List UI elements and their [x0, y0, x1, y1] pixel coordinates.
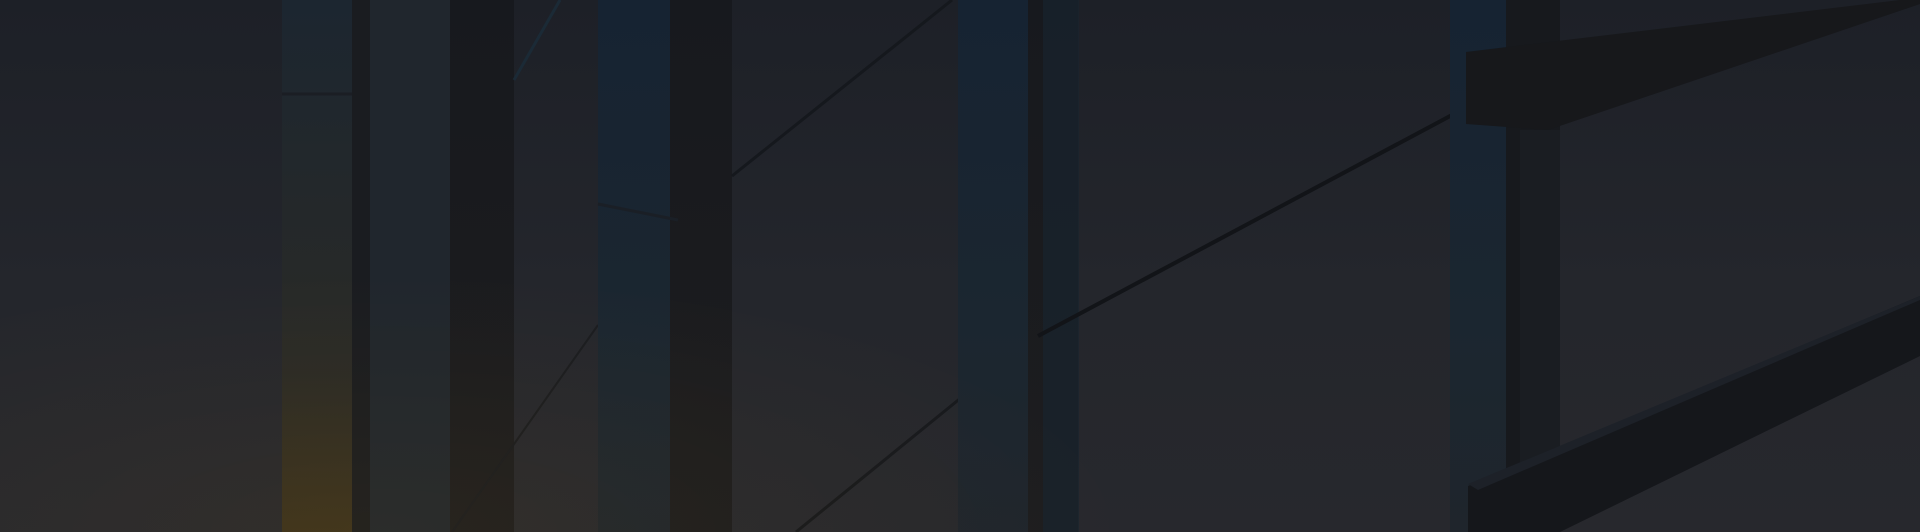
facade-brace-4: [795, 395, 963, 532]
facade-column-2: [370, 0, 450, 532]
facade-column-4-glow: [1043, 0, 1079, 532]
facade-brace-1: [512, 0, 562, 81]
facade-column-4: [958, 0, 1028, 532]
facade-column-5-mid: [1520, 130, 1560, 470]
facade-column-3: [598, 0, 670, 532]
facade-brace-3: [731, 0, 953, 178]
hero-background: [0, 0, 1920, 532]
facade-column-1-edge: [352, 0, 370, 532]
facade-column-2-shadow: [450, 0, 514, 532]
facade-brace-5: [1037, 113, 1453, 338]
facade-column-1: [282, 0, 352, 532]
building-facade-illustration: [282, 0, 1920, 532]
facade-column-3-shadow: [670, 0, 732, 532]
